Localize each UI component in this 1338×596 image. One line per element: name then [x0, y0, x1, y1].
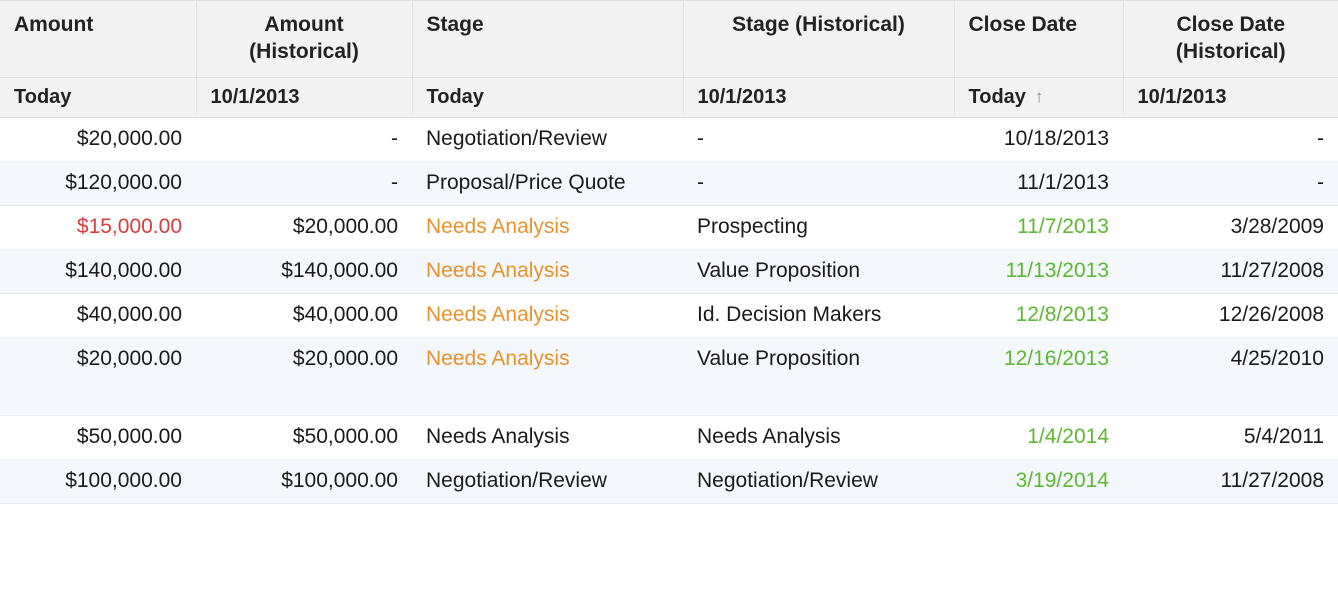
close-date-historical-cell: 4/25/2010 [1123, 337, 1338, 416]
amount-cell: $40,000.00 [0, 293, 196, 338]
table-bottom-spacer [0, 504, 1338, 524]
amount-cell: $120,000.00 [0, 161, 196, 206]
amount-historical-cell: - [196, 161, 412, 206]
column-header-amount-historical-line2: (Historical) [249, 40, 359, 63]
amount-historical-cell: $140,000.00 [196, 249, 412, 294]
table-body: $20,000.00- Negotiation/Review -10/18/2013… [0, 117, 1338, 504]
close-date-historical-cell: 12/26/2008 [1123, 293, 1338, 338]
stage-cell: Negotiation/Review [412, 459, 683, 504]
stage-cell: Proposal/Price Quote [412, 161, 683, 206]
date-subheader-row: Today 10/1/2013 Today 10/1/2013 Today ↑ 1… [0, 77, 1338, 118]
column-header-close-date-historical[interactable]: Close Date (Historical) [1123, 0, 1338, 78]
close-date-historical-cell: - [1123, 117, 1338, 162]
stage-cell: Negotiation/Review [412, 117, 683, 162]
subheader-amount-label: Today [14, 86, 72, 108]
subheader-stage-label: Today [426, 86, 484, 108]
column-header-amount[interactable]: Amount [0, 0, 197, 78]
close-date-cell: 11/13/2013 [954, 249, 1123, 294]
subheader-close-date-historical-label: 10/1/2013 [1137, 86, 1227, 108]
amount-historical-cell: $20,000.00 [196, 337, 412, 416]
sort-ascending-arrow-icon[interactable]: ↑ [1035, 85, 1044, 109]
amount-cell: $140,000.00 [0, 249, 196, 294]
subheader-stage[interactable]: Today [412, 77, 684, 118]
close-date-cell: 3/19/2014 [954, 459, 1123, 504]
table-row[interactable]: $140,000.00 $140,000.00 Needs Analysis Valu… [0, 249, 1338, 294]
amount-historical-cell: $40,000.00 [196, 293, 412, 338]
column-header-close-date-label: Close Date [968, 13, 1078, 36]
column-header-amount-historical[interactable]: Amount (Historical) [196, 0, 413, 78]
column-header-stage-historical-label: Stage (Historical) [732, 13, 905, 36]
table-row[interactable]: $120,000.00- Proposal/Price Quote -11/1/20… [0, 161, 1338, 206]
close-date-historical-cell: 3/28/2009 [1123, 205, 1338, 250]
stage-historical-cell: Prospecting [683, 205, 954, 250]
close-date-cell: 12/8/2013 [954, 293, 1123, 338]
close-date-historical-cell: 5/4/2011 [1123, 415, 1338, 460]
column-header-close-date[interactable]: Close Date [954, 0, 1124, 78]
stage-historical-cell: - [683, 117, 954, 162]
amount-cell: $20,000.00 [0, 117, 196, 162]
amount-historical-cell: $100,000.00 [196, 459, 412, 504]
column-header-amount-label: Amount [14, 13, 94, 36]
close-date-cell: 12/16/2013 [954, 337, 1123, 416]
subheader-close-date[interactable]: Today ↑ [954, 77, 1124, 118]
stage-historical-cell: Value Proposition [683, 337, 954, 416]
stage-cell: Needs Analysis [412, 205, 683, 250]
table-header: Amount Amount (Historical) Stage Stage (… [0, 0, 1338, 118]
column-header-amount-historical-line1: Amount [264, 13, 344, 36]
close-date-cell: 11/1/2013 [954, 161, 1123, 206]
amount-cell: $100,000.00 [0, 459, 196, 504]
close-date-historical-cell: - [1123, 161, 1338, 206]
close-date-historical-cell: 11/27/2008 [1123, 459, 1338, 504]
subheader-amount[interactable]: Today [0, 77, 197, 118]
table-row[interactable]: $100,000.00 $100,000.00 Negotiation/Review… [0, 459, 1338, 504]
column-header-stage-historical[interactable]: Stage (Historical) [683, 0, 955, 78]
stage-historical-cell: Value Proposition [683, 249, 954, 294]
amount-cell: $50,000.00 [0, 415, 196, 460]
stage-historical-cell: Negotiation/Review [683, 459, 954, 504]
subheader-close-date-historical[interactable]: 10/1/2013 [1123, 77, 1338, 118]
stage-historical-cell: - [683, 161, 954, 206]
subheader-close-date-label: Today [968, 86, 1026, 108]
column-header-stage[interactable]: Stage [412, 0, 684, 78]
close-date-historical-cell: 11/27/2008 [1123, 249, 1338, 294]
stage-cell: Needs Analysis [412, 293, 683, 338]
close-date-cell: 1/4/2014 [954, 415, 1123, 460]
close-date-cell: 10/18/2013 [954, 117, 1123, 162]
amount-historical-cell: $20,000.00 [196, 205, 412, 250]
table-row[interactable]: $20,000.00 $20,000.00 Needs Analysis Value … [0, 337, 1338, 416]
subheader-stage-historical-label: 10/1/2013 [697, 86, 787, 108]
opportunity-history-report-table: Amount Amount (Historical) Stage Stage (… [0, 0, 1338, 504]
column-header-row: Amount Amount (Historical) Stage Stage (… [0, 0, 1338, 78]
table-row[interactable]: $40,000.00 $40,000.00 Needs Analysis Id. De… [0, 293, 1338, 338]
amount-cell: $15,000.00 [0, 205, 196, 250]
amount-historical-cell: $50,000.00 [196, 415, 412, 460]
stage-cell: Needs Analysis [412, 337, 683, 416]
subheader-amount-historical[interactable]: 10/1/2013 [196, 77, 413, 118]
column-header-stage-label: Stage [426, 13, 484, 36]
table-row[interactable]: $50,000.00 $50,000.00 Needs Analysis Needs … [0, 415, 1338, 460]
column-header-close-date-historical-line1: Close Date [1176, 13, 1286, 36]
stage-historical-cell: Needs Analysis [683, 415, 954, 460]
subheader-amount-historical-label: 10/1/2013 [210, 86, 300, 108]
table-row[interactable]: $15,000.00 $20,000.00 Needs Analysis Prospe… [0, 205, 1338, 250]
column-header-close-date-historical-line2: (Historical) [1175, 40, 1286, 63]
stage-historical-cell: Id. Decision Makers [683, 293, 954, 338]
amount-cell: $20,000.00 [0, 337, 196, 416]
amount-historical-cell: - [196, 117, 412, 162]
stage-cell: Needs Analysis [412, 249, 683, 294]
subheader-stage-historical[interactable]: 10/1/2013 [683, 77, 955, 118]
table-row[interactable]: $20,000.00- Negotiation/Review -10/18/2013… [0, 117, 1338, 162]
stage-cell: Needs Analysis [412, 415, 683, 460]
close-date-cell: 11/7/2013 [954, 205, 1123, 250]
